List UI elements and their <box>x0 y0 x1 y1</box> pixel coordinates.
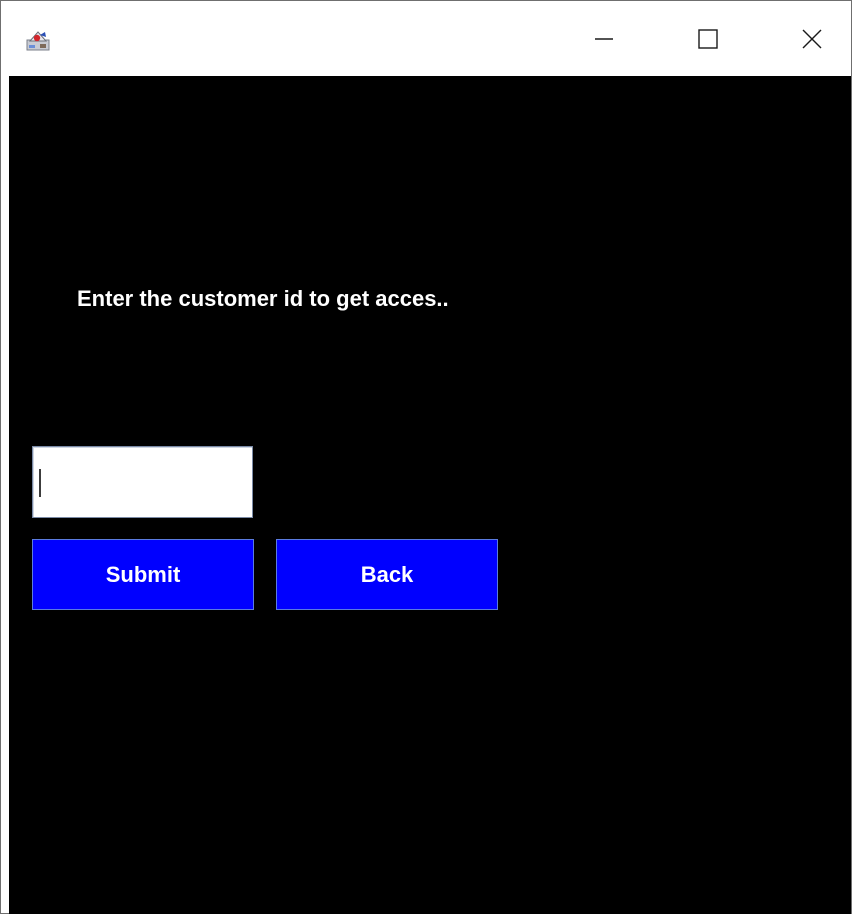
minimize-button[interactable] <box>569 1 639 76</box>
title-bar[interactable] <box>1 1 851 76</box>
maximize-icon <box>698 28 718 49</box>
customer-id-input[interactable] <box>32 446 253 518</box>
java-app-icon <box>26 28 50 52</box>
minimize-icon <box>595 37 613 40</box>
submit-button[interactable]: Submit <box>32 539 254 610</box>
maximize-button[interactable] <box>673 1 743 76</box>
text-caret <box>39 469 41 497</box>
form-panel: Enter the customer id to get acces.. Sub… <box>9 76 851 914</box>
back-button[interactable]: Back <box>276 539 498 610</box>
application-window: Enter the customer id to get acces.. Sub… <box>0 0 852 914</box>
close-icon <box>802 29 822 48</box>
customer-id-prompt: Enter the customer id to get acces.. <box>77 286 449 311</box>
close-button[interactable] <box>777 1 847 76</box>
